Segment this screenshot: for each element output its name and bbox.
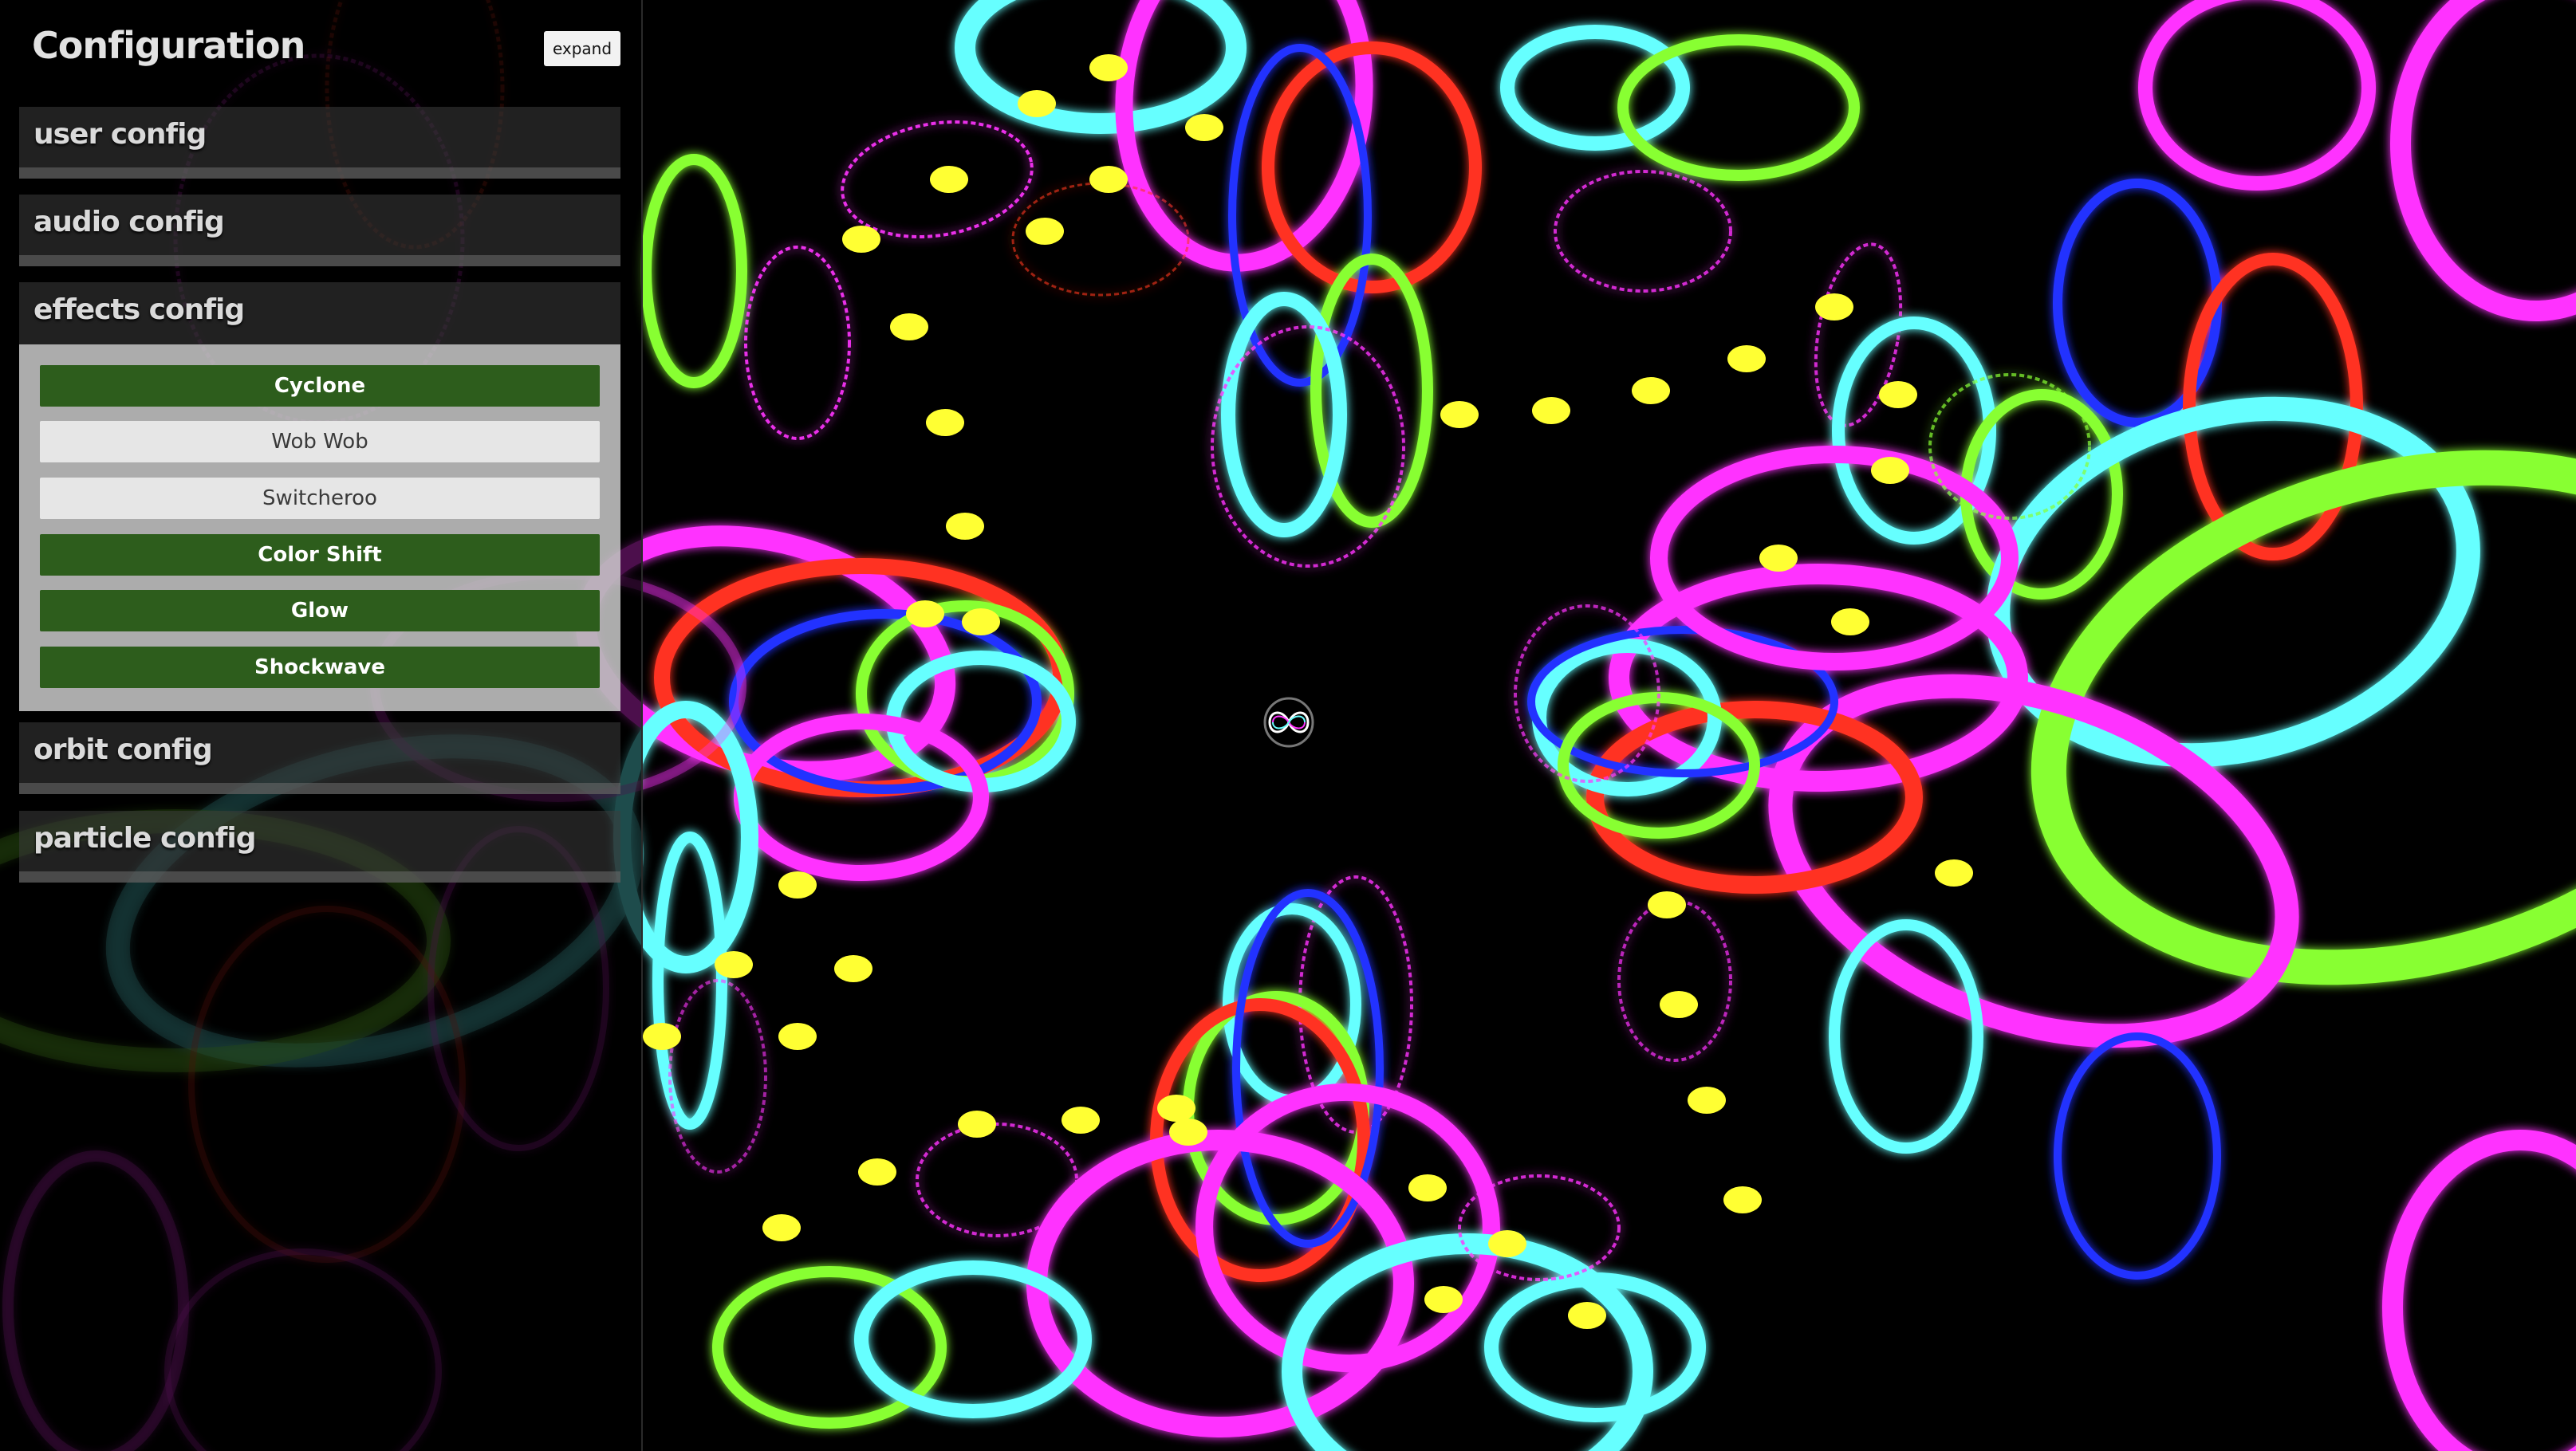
infinity-knot-icon <box>1263 697 1314 748</box>
effect-toggle-wob-wob[interactable]: Wob Wob <box>40 421 600 462</box>
orbit-ring <box>652 832 727 1130</box>
particle-dot <box>1169 1119 1207 1146</box>
orbit-ring <box>744 246 851 440</box>
orbit-ring <box>640 154 747 388</box>
particle-dot <box>1424 1286 1463 1313</box>
orbit-ring <box>1484 1272 1706 1422</box>
particle-dot <box>1157 1095 1195 1122</box>
particle-dot <box>778 1023 817 1050</box>
particle-dot <box>842 226 880 253</box>
particle-dot <box>1185 114 1223 141</box>
orbit-ring <box>1768 674 2299 1048</box>
particle-dot <box>643 1023 681 1050</box>
section-effects-config[interactable]: effects config <box>19 282 620 344</box>
orbit-ring <box>1650 446 2019 670</box>
particle-dot <box>930 166 968 193</box>
particle-dot <box>858 1158 896 1186</box>
orbit-ring <box>1617 899 1732 1062</box>
section-label: user config <box>33 118 207 151</box>
particle-dot <box>1018 90 1056 117</box>
orbit-ring <box>1221 292 1347 537</box>
particle-dot <box>715 951 753 978</box>
orbit-ring <box>1617 34 1860 181</box>
orbit-ring <box>1554 170 1732 293</box>
effect-toggle-cyclone[interactable]: Cyclone <box>40 365 600 407</box>
section-audio-config[interactable]: audio config <box>19 195 620 266</box>
particle-dot <box>1759 545 1798 572</box>
particle-dot <box>946 513 984 540</box>
section-label: orbit config <box>33 733 213 766</box>
orbit-ring <box>1829 919 1983 1154</box>
orbit-ring <box>1500 25 1690 151</box>
orbit-ring <box>2054 1032 2221 1280</box>
expand-button[interactable]: expand <box>544 31 620 66</box>
section-particle-config[interactable]: particle config <box>19 811 620 883</box>
section-user-config[interactable]: user config <box>19 107 620 179</box>
particle-dot <box>1632 377 1670 404</box>
particle-dot <box>762 1214 801 1241</box>
orbit-ring <box>2390 0 2576 321</box>
section-label: effects config <box>33 293 245 326</box>
particle-dot <box>1089 54 1128 81</box>
particle-dot <box>1688 1087 1726 1114</box>
particles <box>643 54 1973 1329</box>
panel-title: Configuration <box>32 24 305 67</box>
effect-toggle-shockwave[interactable]: Shockwave <box>40 647 600 688</box>
configuration-panel: Configuration expand user config audio c… <box>0 0 643 1451</box>
app-root: Configuration expand user config audio c… <box>0 0 2576 1451</box>
particle-dot <box>778 871 817 899</box>
orbit-ring <box>1928 373 2091 520</box>
effects-config-body: Cyclone Wob Wob Switcheroo Color Shift G… <box>19 344 620 711</box>
particle-dot <box>958 1111 996 1138</box>
section-label: audio config <box>33 206 225 238</box>
particle-dot <box>1408 1174 1447 1201</box>
particle-dot <box>1723 1186 1762 1213</box>
particle-dot <box>1568 1302 1606 1329</box>
particle-dot <box>1440 401 1479 428</box>
particle-dot <box>1935 859 1973 887</box>
particle-dot <box>1831 608 1869 635</box>
effect-toggle-color-shift[interactable]: Color Shift <box>40 534 600 576</box>
particle-dot <box>1648 891 1686 918</box>
particle-dot <box>1815 293 1853 320</box>
particle-dot <box>890 313 928 340</box>
particle-dot <box>962 608 1000 635</box>
orbit-ring <box>2138 0 2376 191</box>
particle-dot <box>1089 166 1128 193</box>
particle-dot <box>1727 345 1766 372</box>
particle-dot <box>1660 991 1698 1018</box>
particle-dot <box>1062 1107 1100 1134</box>
section-label: particle config <box>33 822 256 855</box>
particle-dot <box>1879 381 1917 408</box>
effect-toggle-glow[interactable]: Glow <box>40 590 600 631</box>
particle-dot <box>1488 1230 1526 1257</box>
particle-dot <box>834 955 872 982</box>
particle-dot <box>906 600 944 627</box>
particle-dot <box>1871 457 1909 484</box>
particle-dot <box>926 409 964 436</box>
orbit-ring <box>2382 1130 2576 1451</box>
section-orbit-config[interactable]: orbit config <box>19 722 620 794</box>
particle-dot <box>1026 218 1064 245</box>
orbit-ring <box>1586 701 1923 894</box>
particle-dot <box>1532 397 1570 424</box>
effect-toggle-switcheroo[interactable]: Switcheroo <box>40 478 600 519</box>
